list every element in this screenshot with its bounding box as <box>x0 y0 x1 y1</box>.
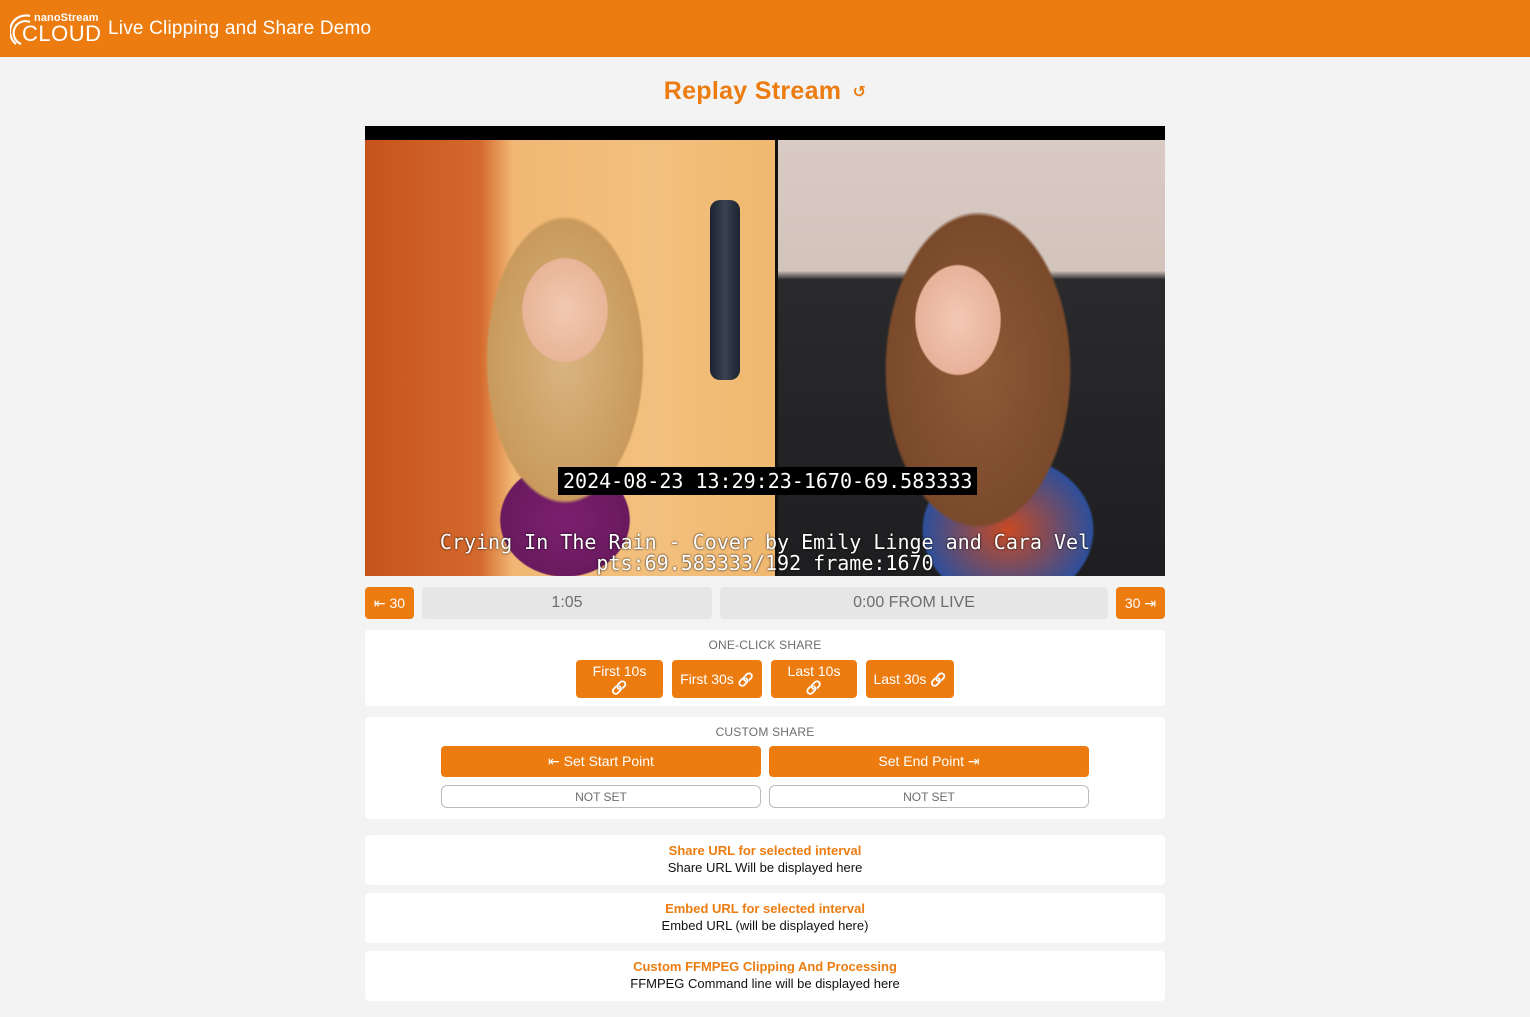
replay-stream-title: Replay Stream <box>663 77 842 105</box>
app-title: Live Clipping and Share Demo <box>108 17 372 39</box>
link-icon: 🔗 <box>737 671 754 687</box>
set-point-buttons: ⇤ Set Start Point Set End Point ⇥ <box>365 746 1165 777</box>
share-url-card: Share URL for selected interval Share UR… <box>365 835 1165 885</box>
live-offset-display[interactable]: 0:00 FROM LIVE <box>720 587 1108 619</box>
start-point-value: NOT SET <box>441 785 761 808</box>
share-url-text[interactable]: Share URL Will be displayed here <box>365 859 1165 877</box>
logo-cloud-text: CLOUD <box>22 20 102 46</box>
custom-share-label: CUSTOM SHARE <box>715 725 815 739</box>
end-point-value: NOT SET <box>769 785 1089 808</box>
embed-url-card: Embed URL for selected interval Embed UR… <box>365 893 1165 943</box>
video-caption-line2: pts:69.583333/192 frame:1670 <box>596 551 934 575</box>
link-icon: 🔗 <box>930 671 947 687</box>
nanostream-cloud-logo[interactable]: nanoStream CLOUD <box>10 12 101 46</box>
share-last-10s-label: Last 10s <box>787 662 841 679</box>
share-last-10s-button[interactable]: Last 10s 🔗 <box>771 660 857 698</box>
set-start-point-button[interactable]: ⇤ Set Start Point <box>441 746 761 777</box>
video-left-pane <box>365 140 775 576</box>
set-point-values: NOT SET NOT SET <box>365 777 1165 808</box>
skip-forward-30-button[interactable]: 30 ⇥ <box>1116 587 1165 619</box>
ffmpeg-card: Custom FFMPEG Clipping And Processing FF… <box>365 951 1165 1001</box>
share-first-30s-label: First 30s <box>680 670 734 687</box>
share-last-30s-label: Last 30s <box>873 670 927 687</box>
video-caption-line1: Crying In The Rain - Cover by Emily Ling… <box>439 530 1091 554</box>
playback-controls: ⇤ 30 1:05 0:00 FROM LIVE 30 ⇥ <box>365 587 1165 619</box>
playback-position: 1:05 <box>422 587 712 619</box>
one-click-share-buttons: First 10s 🔗 First 30s 🔗 Last 10s 🔗 Last … <box>365 660 1165 698</box>
app-header: nanoStream CLOUD Live Clipping and Share… <box>0 0 1530 57</box>
share-first-10s-button[interactable]: First 10s 🔗 <box>576 660 663 698</box>
replay-stream-heading: Replay Stream ↺ <box>365 77 1165 107</box>
set-end-point-button[interactable]: Set End Point ⇥ <box>769 746 1089 777</box>
ffmpeg-command-text[interactable]: FFMPEG Command line will be displayed he… <box>365 975 1165 993</box>
share-url-title: Share URL for selected interval <box>668 843 862 858</box>
main-content: Replay Stream ↺ 2024-08-23 13:29:23-1670… <box>365 77 1165 1001</box>
video-timestamp-overlay: 2024-08-23 13:29:23-1670-69.583333 <box>558 467 978 495</box>
share-first-10s-label: First 10s <box>592 662 647 679</box>
share-last-30s-button[interactable]: Last 30s 🔗 <box>866 660 954 698</box>
link-icon: 🔗 <box>611 679 628 695</box>
reload-icon[interactable]: ↺ <box>853 84 867 101</box>
video-right-pane <box>778 140 1165 576</box>
embed-url-text[interactable]: Embed URL (will be displayed here) <box>365 917 1165 935</box>
ffmpeg-title: Custom FFMPEG Clipping And Processing <box>633 959 897 974</box>
share-first-30s-button[interactable]: First 30s 🔗 <box>672 660 762 698</box>
video-caption-overlay: Crying In The Rain - Cover by Emily Ling… <box>365 532 1165 574</box>
video-player[interactable]: 2024-08-23 13:29:23-1670-69.583333 Cryin… <box>365 126 1165 576</box>
link-icon: 🔗 <box>805 679 823 695</box>
custom-share-card: CUSTOM SHARE ⇤ Set Start Point Set End P… <box>365 717 1165 819</box>
one-click-share-card: ONE-CLICK SHARE First 10s 🔗 First 30s 🔗 … <box>365 630 1165 706</box>
embed-url-title: Embed URL for selected interval <box>665 901 865 916</box>
skip-back-30-button[interactable]: ⇤ 30 <box>365 587 414 619</box>
one-click-share-label: ONE-CLICK SHARE <box>708 638 822 652</box>
microphone-shape <box>710 200 740 380</box>
